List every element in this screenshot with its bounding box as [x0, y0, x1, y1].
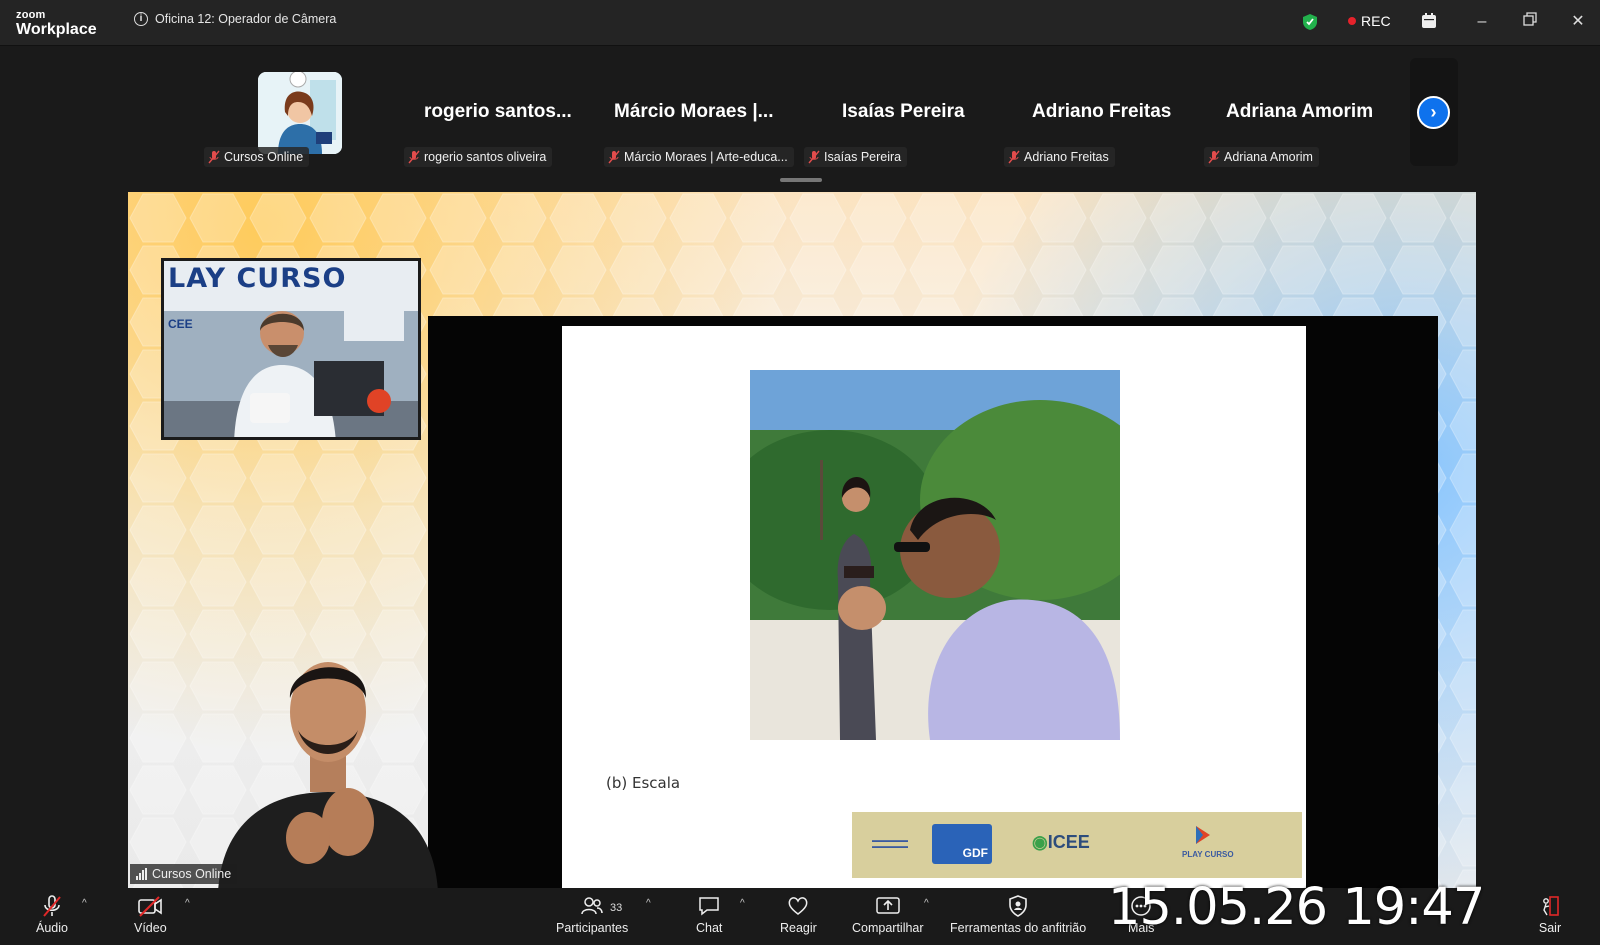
participants-icon [581, 897, 603, 915]
chat-icon [699, 897, 719, 916]
avatar-cursos-online[interactable] [258, 72, 342, 154]
participant-name-4[interactable]: Adriano Freitas [1032, 101, 1171, 123]
minimize-icon[interactable]: – [1472, 12, 1492, 32]
participants-options-caret-icon[interactable]: ^ [646, 898, 651, 909]
participant-tag: rogerio santos oliveira [404, 147, 553, 167]
share-button[interactable]: Compartilhar [852, 894, 924, 935]
rec-dot-icon [1348, 17, 1356, 25]
host-tools-button[interactable]: Ferramentas do anfitrião [950, 894, 1086, 935]
chat-label: Chat [696, 921, 723, 935]
mic-muted-icon [208, 150, 220, 164]
chat-options-caret-icon[interactable]: ^ [740, 898, 745, 909]
restore-icon[interactable] [1520, 12, 1540, 32]
mic-muted-icon [608, 150, 620, 164]
participant-name-3[interactable]: Isaías Pereira [842, 101, 965, 123]
timestamp-overlay: 15.05.26 19:47 [1108, 878, 1485, 937]
gdf-logo: GDF [932, 824, 992, 864]
leave-icon [1543, 896, 1559, 916]
mic-muted-icon [408, 150, 420, 164]
slide-caption: (b) Escala [606, 774, 681, 792]
audio-button[interactable]: Áudio [36, 894, 68, 935]
participant-tag: Márcio Moraes | Arte-educa... [604, 147, 794, 167]
participants-label: Participantes [556, 921, 629, 935]
audio-options-caret-icon[interactable]: ^ [82, 898, 87, 909]
participant-tag-label: Isaías Pereira [824, 150, 902, 164]
share-options-caret-icon[interactable]: ^ [924, 898, 929, 909]
participant-tag: Adriana Amorim [1204, 147, 1319, 167]
participant-name-1[interactable]: rogerio santos... [424, 101, 572, 123]
leave-label: Sair [1538, 921, 1562, 935]
video-options-caret-icon[interactable]: ^ [185, 898, 190, 909]
chat-button[interactable]: Chat [696, 894, 722, 935]
heart-icon [788, 897, 808, 915]
logo-big-text: Workplace [16, 21, 97, 38]
view-icon[interactable] [1420, 12, 1438, 30]
meeting-title: Oficina 12: Operador de Câmera [155, 12, 337, 26]
speaker-name: Cursos Online [152, 867, 232, 881]
logo-small-text: zoom [16, 9, 46, 21]
participant-name-5[interactable]: Adriana Amorim [1226, 101, 1373, 123]
chevron-right-icon[interactable]: › [1417, 96, 1450, 129]
participant-tag-label: Adriano Freitas [1024, 150, 1109, 164]
icee-logo: ◉ICEE [1032, 832, 1090, 852]
participant-tag: Cursos Online [204, 147, 310, 167]
host-shield-icon [1009, 895, 1027, 917]
participant-tag: Isaías Pereira [804, 147, 908, 167]
participant-strip: rogerio santos... Márcio Moraes |... Isa… [0, 46, 1600, 188]
encryption-shield-icon[interactable] [1302, 13, 1318, 31]
strip-next-panel: › [1410, 58, 1458, 166]
icee-logo-text: ICEE [1047, 832, 1090, 852]
title-bar: zoom Workplace i Oficina 12: Operador de… [0, 0, 1600, 46]
audio-label: Áudio [36, 921, 68, 935]
sponsor-logo-band: ▬▬▬▬▬▬ ▬▬▬▬▬▬ GDF ◉ICEE PLAY CURSO [852, 812, 1302, 878]
secretaria-logo: ▬▬▬▬▬▬ ▬▬▬▬▬▬ [872, 838, 908, 850]
share-screen-icon [876, 897, 900, 914]
zoom-logo: zoom Workplace [16, 10, 97, 38]
speaker-name-label: Cursos Online [130, 864, 238, 884]
pip-title-text: LAY CURSO [168, 263, 347, 294]
mic-muted-icon [1008, 150, 1020, 164]
strip-scroll-indicator[interactable] [780, 178, 822, 182]
close-icon[interactable]: ✕ [1568, 12, 1588, 32]
shared-screen-stage: LAY CURSO CEE (b) Escala ▬▬▬▬▬▬ ▬▬▬▬▬▬ G… [128, 192, 1476, 888]
mic-muted-icon [43, 895, 61, 917]
rec-label: REC [1361, 13, 1391, 29]
participants-count: 33 [610, 902, 623, 914]
sign-language-interpreter [198, 602, 458, 888]
participant-name-2[interactable]: Márcio Moraes |... [614, 101, 773, 123]
video-button[interactable]: Vídeo [134, 894, 167, 935]
info-icon[interactable]: i [134, 12, 148, 26]
react-button[interactable]: Reagir [780, 894, 817, 935]
host-tools-label: Ferramentas do anfitrião [950, 921, 1087, 935]
play-curso-logo-icon [1192, 824, 1214, 846]
pip-subtitle-text: CEE [168, 317, 193, 331]
react-label: Reagir [780, 921, 817, 935]
video-off-icon [138, 896, 163, 917]
meeting-info[interactable]: i Oficina 12: Operador de Câmera [134, 12, 336, 26]
share-label: Compartilhar [852, 921, 924, 935]
recording-indicator[interactable]: REC [1348, 13, 1391, 29]
play-curso-logo-text: PLAY CURSO [1182, 850, 1234, 859]
participant-tag-label: Adriana Amorim [1224, 150, 1313, 164]
participant-tag-label: Márcio Moraes | Arte-educa... [624, 150, 788, 164]
gdf-logo-text: GDF [962, 846, 988, 860]
presentation-slide: (b) Escala ▬▬▬▬▬▬ ▬▬▬▬▬▬ GDF ◉ICEE PLAY C… [562, 326, 1306, 888]
participants-button[interactable]: Participantes [556, 894, 628, 935]
signal-bars-icon [136, 868, 147, 880]
participant-tag-label: Cursos Online [224, 150, 304, 164]
presenter-camera-pip: LAY CURSO CEE [161, 258, 421, 440]
participant-tag: Adriano Freitas [1004, 147, 1115, 167]
video-label: Vídeo [134, 921, 167, 935]
mic-muted-icon [1208, 150, 1220, 164]
mic-muted-icon [808, 150, 820, 164]
leave-button[interactable]: Sair [1538, 894, 1562, 935]
slide-photo [750, 370, 1120, 740]
slide-frame: (b) Escala ▬▬▬▬▬▬ ▬▬▬▬▬▬ GDF ◉ICEE PLAY C… [428, 316, 1438, 888]
participant-tag-label: rogerio santos oliveira [424, 150, 547, 164]
